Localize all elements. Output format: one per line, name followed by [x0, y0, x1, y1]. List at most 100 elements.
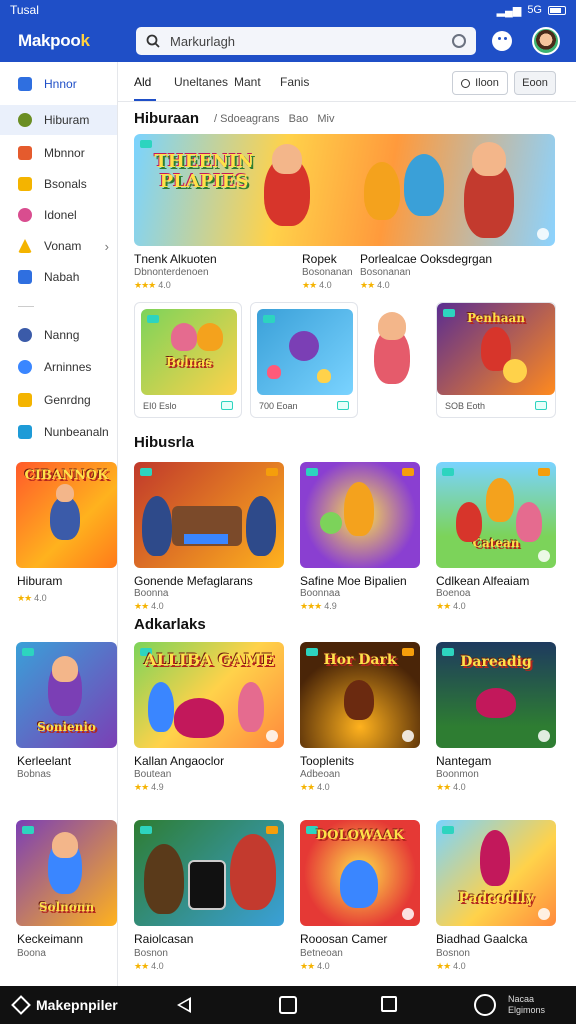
game-card-image[interactable]: Padcodlly [436, 820, 556, 926]
game-developer: Boona [17, 948, 46, 959]
filter-search-button[interactable]: Iloon [452, 71, 508, 95]
game-rating: ★★ 4.0 [436, 961, 466, 971]
section-title: Hiburaan [134, 110, 200, 127]
game-card-image[interactable]: Solnonn [16, 820, 117, 926]
brand-icon [11, 995, 31, 1015]
game-card-image[interactable]: Dareadig [436, 642, 556, 748]
game-name[interactable]: Safine Moe Bipalien [300, 574, 407, 588]
tab-2[interactable]: Uneltanes [174, 75, 228, 89]
game-rating: ★★ 4.0 [134, 601, 164, 611]
entertainment-icon [18, 113, 32, 127]
game-card-image[interactable]: Hor Dark [300, 642, 420, 748]
badge [140, 140, 152, 148]
game-rating: ★★★ 4.9 [300, 601, 337, 611]
game-card-image[interactable] [300, 462, 420, 568]
apps-icon[interactable] [492, 31, 512, 51]
game-name[interactable]: Keckeimann [17, 932, 83, 946]
featured-banner[interactable]: THEENIN PLAPIES [134, 134, 555, 246]
tab-all[interactable]: Ald [134, 75, 151, 89]
game-card-image[interactable]: ALLIBA GAME [134, 642, 284, 748]
game-name[interactable]: Gonende Mefaglarans [134, 574, 253, 588]
battery-icon [548, 5, 566, 15]
game-name[interactable]: Porlealcae Ooksdegrgan [360, 252, 492, 266]
sidebar-item-10[interactable]: Nunbeanaln [0, 417, 117, 447]
mini-game-card[interactable]: Penhaan SOB Eoth [436, 302, 556, 418]
signal-icon: ▂▄▆ [496, 4, 522, 17]
game-name[interactable]: Tooplenits [300, 754, 354, 768]
game-developer: Dbnonterdenoen [134, 267, 209, 278]
section-title: Adkarlaks [134, 616, 206, 633]
app-logo[interactable]: Makpook [18, 31, 128, 51]
game-rating: ★★ 4.0 [300, 782, 330, 792]
category-icon [18, 393, 32, 407]
game-name[interactable]: Nantegam [436, 754, 491, 768]
game-card-image[interactable]: Catean [436, 462, 556, 568]
sidebar-item-5[interactable]: Vonam › [0, 231, 117, 261]
game-card-image[interactable] [134, 820, 284, 926]
game-name[interactable]: Raiolcasan [134, 932, 193, 946]
tab-indicator [134, 99, 156, 101]
sidebar-item-9[interactable]: Genrdng [0, 385, 117, 415]
game-rating: ★★ 4.0 [360, 280, 390, 290]
section-sub: / Sdoeagrans Bao Miv [214, 113, 335, 125]
sidebar-item-home[interactable]: Hnnor [0, 69, 117, 99]
game-developer: Bosonanan [302, 267, 353, 278]
game-rating: ★★ 4.0 [436, 601, 466, 611]
divider [18, 306, 34, 307]
game-name[interactable]: Ropek [302, 252, 337, 266]
recent-apps-icon[interactable] [381, 996, 397, 1012]
game-developer: Boonmon [436, 769, 479, 780]
avatar[interactable] [532, 27, 560, 55]
game-name[interactable]: Tnenk Alkuoten [134, 252, 217, 266]
game-rating: ★★ 4.0 [436, 782, 466, 792]
sidebar-item-2[interactable]: Mbnnor [0, 138, 117, 168]
game-card-image[interactable]: DOLOWAAK [300, 820, 420, 926]
search-bar[interactable] [136, 27, 476, 55]
sidebar-item-entertainment[interactable]: Hiburam [0, 105, 117, 135]
tag-icon [337, 401, 349, 410]
more-icon[interactable] [537, 228, 549, 240]
status-time: Tusal [10, 3, 39, 17]
game-card-image[interactable] [134, 462, 284, 568]
tab-3[interactable]: Mant [234, 75, 261, 89]
sidebar-item-6[interactable]: Nabah [0, 262, 117, 292]
voice-search-icon[interactable] [452, 34, 466, 48]
search-icon [146, 34, 160, 48]
back-icon[interactable] [177, 997, 191, 1013]
sidebar-item-4[interactable]: Idonel [0, 200, 117, 230]
game-name[interactable]: Biadhad Gaalcka [436, 932, 527, 946]
main-content: Ald Uneltanes Mant Fanis Iloon Eoon Hibu… [16, 62, 576, 986]
game-card-image[interactable]: CIBANNOK [16, 462, 117, 568]
tag-icon [221, 401, 233, 410]
game-name[interactable]: Kallan Angaoclor [134, 754, 224, 768]
account-label: Nacaa Elgimons [508, 994, 546, 1015]
sidebar-item-3[interactable]: Bsonals [0, 169, 117, 199]
game-name[interactable]: Hiburam [17, 574, 62, 588]
game-rating: ★★ 4.0 [302, 280, 332, 290]
game-name[interactable]: Kerleelant [17, 754, 71, 768]
game-developer: Boonna [134, 588, 169, 599]
game-developer: Boenoa [436, 588, 471, 599]
sidebar-item-7[interactable]: Nanng [0, 320, 117, 350]
mini-game-card[interactable]: Bolnas EI0 Eslo [134, 302, 242, 418]
category-icon [18, 177, 32, 191]
search-input[interactable] [170, 33, 452, 49]
home-icon[interactable] [279, 996, 297, 1014]
mini-game-card[interactable]: 700 Eoan [250, 302, 358, 418]
category-icon [18, 425, 32, 439]
sidebar-item-8[interactable]: Arninnes [0, 352, 117, 382]
mini-game-card[interactable] [366, 302, 426, 418]
nav-brand[interactable]: Makepnpiler [11, 995, 164, 1015]
game-card-image[interactable]: Sonienio [16, 642, 117, 748]
category-icon [18, 270, 32, 284]
game-developer: Bobnas [17, 769, 51, 780]
section-title: Hibusrla [134, 434, 195, 451]
game-rating: ★★ 4.0 [17, 593, 47, 603]
game-name[interactable]: Rooosan Camer [300, 932, 387, 946]
game-name[interactable]: Cdlkean Alfeaiam [436, 574, 529, 588]
account-icon[interactable] [474, 994, 496, 1016]
sort-button[interactable]: Eoon [514, 71, 556, 95]
network-type: 5G [527, 4, 542, 16]
tag-icon [535, 401, 547, 410]
tab-4[interactable]: Fanis [280, 75, 309, 89]
